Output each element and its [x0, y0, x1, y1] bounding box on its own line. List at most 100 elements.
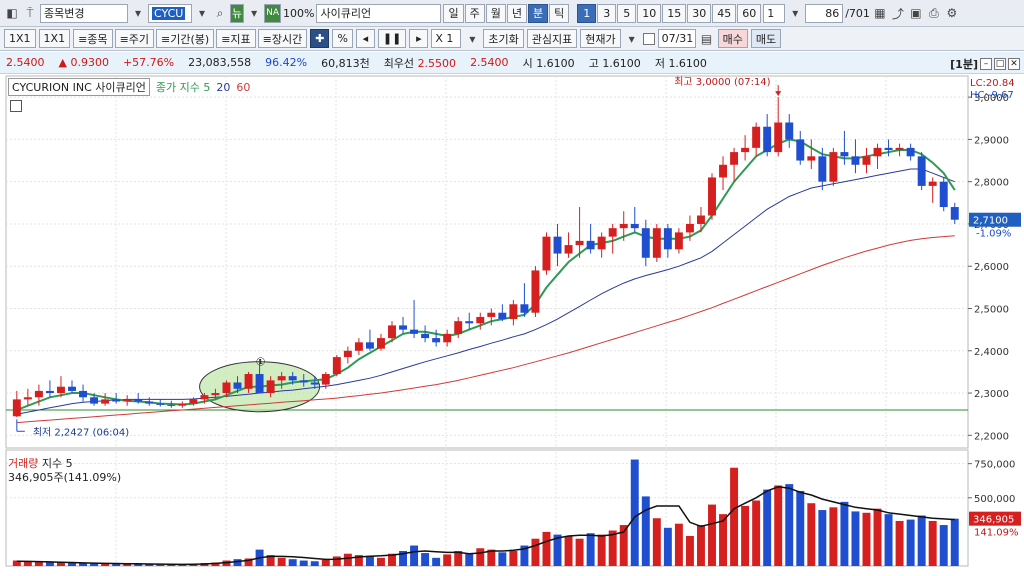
na-badge[interactable]: NA — [264, 3, 282, 23]
candle-body — [520, 304, 529, 313]
interval-tab-5[interactable]: 5 — [617, 3, 637, 23]
candle-body — [873, 147, 882, 157]
prev-button[interactable]: ◂ — [355, 29, 375, 48]
low-annotation: 최저 2,2427 (06:04) — [33, 426, 129, 438]
interval-tab-60[interactable]: 60 — [737, 3, 762, 23]
interval-tab-3[interactable]: 3 — [597, 3, 617, 23]
save-icon[interactable]: ▣ — [908, 4, 924, 23]
calendar-icon[interactable]: ▤ — [699, 29, 715, 48]
volume-bar — [884, 514, 893, 566]
period-tab-3[interactable]: 년 — [506, 3, 527, 23]
date-checkbox[interactable] — [642, 32, 655, 45]
stock-code-input[interactable]: CYCU — [148, 3, 192, 23]
setting-button-3[interactable]: ≡지표 — [216, 29, 256, 48]
volume-bar — [939, 525, 948, 566]
volume-bar — [608, 530, 617, 566]
candle-body — [34, 390, 43, 398]
print-icon[interactable]: ⎙ — [926, 4, 942, 23]
volume-bar — [895, 520, 904, 566]
sell-button[interactable]: 매도 — [750, 29, 782, 48]
pause-button[interactable]: ❚❚ — [377, 29, 407, 48]
chevron-down-icon[interactable]: ▾ — [194, 4, 210, 23]
candle-body — [112, 399, 121, 402]
volume-bar — [741, 505, 750, 566]
pane-settings-icon[interactable] — [10, 100, 22, 112]
interval-tab-10[interactable]: 10 — [637, 3, 662, 23]
chevron-down-icon[interactable]: ▾ — [787, 4, 803, 23]
candle-body — [167, 404, 176, 406]
candle-body — [421, 333, 430, 339]
period-tab-1[interactable]: 주 — [464, 3, 485, 23]
chart-tool-icon[interactable]: ⤴ — [890, 4, 906, 23]
layout-button-1[interactable]: 1X1 — [4, 29, 36, 48]
candle-body — [487, 312, 496, 317]
candle-body — [619, 223, 628, 229]
window-icon[interactable]: ◧ — [4, 4, 20, 23]
next-button[interactable]: ▸ — [409, 29, 429, 48]
maximize-icon[interactable]: □ — [994, 58, 1006, 70]
interval-tab-15[interactable]: 15 — [662, 3, 687, 23]
candle-body — [884, 147, 893, 150]
chevron-down-icon[interactable]: ▾ — [624, 29, 640, 48]
multiplier-select[interactable]: X 1 — [431, 29, 462, 48]
volume-bar — [443, 554, 452, 566]
y-tick-label: 2,8000 — [974, 178, 1009, 189]
date-input[interactable]: 07/31 — [657, 29, 696, 48]
pin-icon[interactable]: ⍑ — [22, 4, 38, 23]
stock-name-field[interactable]: 사이큐리언 — [316, 3, 442, 23]
ma60-line — [16, 235, 955, 424]
ma60-legend: 60 — [236, 80, 251, 94]
chevron-down-icon[interactable]: ▾ — [464, 29, 480, 48]
crosshair-button[interactable]: ✚ — [310, 29, 330, 48]
chevron-down-icon[interactable]: ▾ — [246, 4, 262, 23]
count-total: /701 — [845, 6, 870, 20]
interval-value: 1 — [767, 6, 775, 20]
open-label: 시 — [522, 56, 533, 70]
price-type-select[interactable]: 현재가 — [580, 29, 621, 48]
setting-button-4[interactable]: ≡장시간 — [257, 29, 308, 48]
candle-body — [531, 270, 540, 313]
close-icon[interactable]: ✕ — [1008, 58, 1020, 70]
candle-body — [255, 374, 264, 394]
y-tick-label: 2,9000 — [974, 135, 1009, 146]
volume-bar — [950, 518, 959, 566]
candle-body — [498, 312, 507, 320]
setting-button-1[interactable]: ≡주기 — [114, 29, 155, 48]
candle-body — [101, 399, 110, 404]
volume-bar — [542, 531, 551, 566]
candle-body — [244, 374, 253, 389]
count-input[interactable]: 86 — [805, 3, 844, 23]
interval-tab-30[interactable]: 30 — [687, 3, 712, 23]
period-tab-2[interactable]: 월 — [485, 3, 506, 23]
percent-button[interactable]: % — [332, 29, 353, 48]
period-tab-5[interactable]: 틱 — [549, 3, 570, 23]
period-tab-4[interactable]: 분 — [527, 3, 549, 23]
settings-icon[interactable]: ⚙ — [944, 4, 960, 23]
interval-input[interactable]: 1 — [763, 3, 786, 23]
change-stock-select[interactable]: 종목변경 — [40, 3, 128, 23]
candle-body — [641, 228, 650, 258]
volume-y-tick-label: 500,000 — [974, 494, 1015, 505]
interval-tab-1[interactable]: 1 — [577, 3, 597, 23]
layout-button-2[interactable]: 1X1 — [38, 29, 71, 48]
price-chart[interactable]: 3,00002,90002,80002,70002,60002,50002,40… — [0, 74, 1024, 576]
candle-body — [299, 380, 308, 383]
minimize-icon[interactable]: – — [980, 58, 992, 70]
volume-bar — [851, 511, 860, 566]
setting-button-2[interactable]: ≡기간(봉) — [156, 29, 215, 48]
grid-icon[interactable]: ▦ — [872, 4, 888, 23]
volume-bar — [376, 557, 385, 566]
indicators-button[interactable]: 관심지표 — [526, 29, 578, 48]
candle-body — [774, 122, 783, 153]
period-tab-0[interactable]: 일 — [443, 3, 464, 23]
volume-bar — [774, 485, 783, 566]
candle-body — [79, 390, 88, 398]
chevron-down-icon[interactable]: ▾ — [130, 4, 146, 23]
interval-tab-45[interactable]: 45 — [712, 3, 737, 23]
buy-button[interactable]: 매수 — [717, 29, 748, 48]
search-icon[interactable]: ⌕ — [212, 4, 228, 23]
volume-bar — [807, 503, 816, 566]
reset-button[interactable]: 초기화 — [483, 29, 524, 48]
new-badge[interactable]: 뉴 — [230, 3, 245, 23]
setting-button-0[interactable]: ≡종목 — [73, 29, 113, 48]
